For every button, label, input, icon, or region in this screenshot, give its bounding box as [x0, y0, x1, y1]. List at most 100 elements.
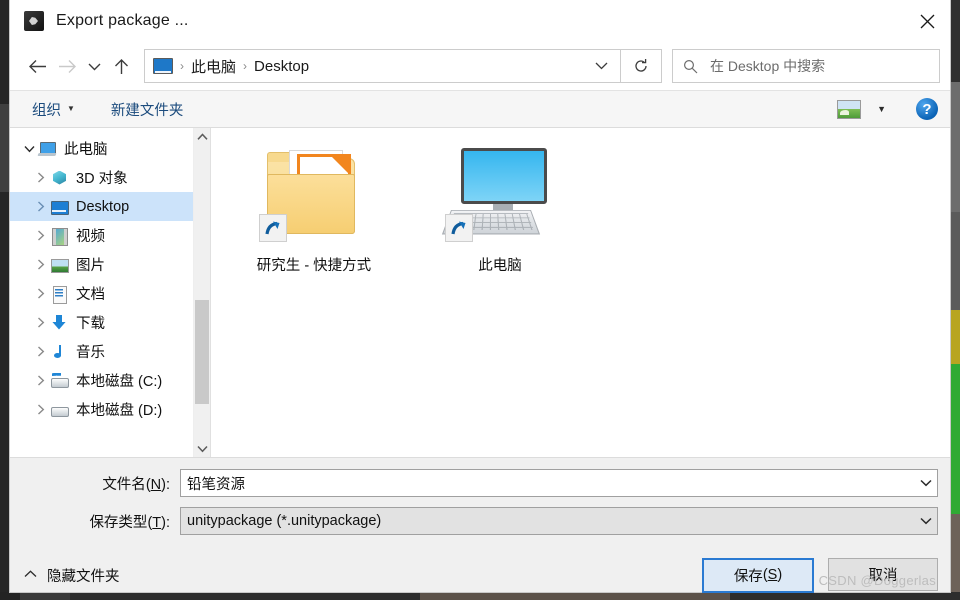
organize-button[interactable]: 组织 ▼	[32, 99, 75, 120]
sidebar-item-music[interactable]: 音乐	[10, 337, 210, 366]
navigation-tree: 此电脑 3D 对象 Desktop 视频 图片 文档 下载 音乐 本地磁盘 (C…	[10, 128, 210, 424]
3d-objects-icon	[50, 169, 68, 187]
view-layout-icon[interactable]	[837, 99, 862, 119]
filename-row: 文件名(N): 铅笔资源	[10, 468, 950, 498]
breadcrumb-desktop[interactable]: Desktop	[254, 58, 309, 75]
help-button[interactable]: ?	[916, 98, 938, 120]
chevron-down-icon[interactable]	[20, 145, 38, 153]
search-placeholder: 在 Desktop 中搜索	[710, 58, 826, 74]
this-pc-shortcut-icon	[441, 144, 555, 248]
chevron-right-icon[interactable]	[32, 288, 50, 299]
save-label-text: 保存	[733, 568, 763, 585]
monitor-screen	[461, 148, 547, 204]
sidebar-item-label: 图片	[76, 258, 105, 274]
address-dropdown-button[interactable]	[587, 57, 616, 75]
filename-input[interactable]: 铅笔资源	[180, 469, 938, 497]
sidebar-item-this-pc[interactable]: 此电脑	[10, 134, 210, 163]
filename-label-text: 文件名	[102, 476, 146, 493]
drive-icon	[50, 401, 69, 419]
title-bar: Export package ...	[10, 0, 950, 42]
sidebar-item-pictures[interactable]: 图片	[10, 250, 210, 279]
organize-label: 组织	[32, 102, 61, 119]
close-button[interactable]	[904, 0, 950, 42]
breadcrumb-separator: ›	[180, 59, 184, 73]
savetype-dropdown-button[interactable]	[915, 517, 937, 525]
sidebar-item-label: 本地磁盘 (C:)	[76, 374, 163, 390]
chevron-down-icon: ▼	[67, 104, 75, 113]
filename-dropdown-button[interactable]	[915, 479, 937, 487]
sidebar-item-label: 下载	[76, 316, 105, 332]
recent-locations-button[interactable]	[82, 51, 106, 81]
chevron-up-icon	[196, 132, 208, 140]
up-button[interactable]	[106, 51, 136, 81]
sidebar-item-3d-objects[interactable]: 3D 对象	[10, 163, 210, 192]
sidebar-scrollbar[interactable]	[193, 128, 210, 457]
back-button[interactable]	[22, 51, 52, 81]
chevron-right-icon[interactable]	[32, 346, 50, 357]
documents-icon	[50, 285, 68, 304]
scroll-down-button[interactable]	[194, 440, 210, 457]
filename-label: 文件名(N):	[102, 476, 170, 493]
chevron-right-icon[interactable]	[32, 375, 50, 386]
navigation-bar: › 此电脑 › Desktop 在 Desktop 中搜索	[10, 42, 950, 90]
chevron-down-icon	[196, 445, 208, 452]
pdf-folder-shortcut-icon: PDF	[259, 144, 369, 248]
chevron-right-icon[interactable]	[32, 259, 50, 270]
file-item[interactable]: 此电脑	[425, 144, 575, 275]
refresh-button[interactable]	[621, 49, 662, 83]
window-title: Export package ...	[56, 12, 189, 29]
scroll-up-button[interactable]	[194, 128, 210, 145]
toolbar-right-group: ▼ ?	[837, 98, 938, 120]
new-folder-button[interactable]: 新建文件夹	[111, 99, 184, 120]
pdf-corner-fold	[331, 156, 349, 174]
chevron-right-icon[interactable]	[32, 201, 50, 212]
close-icon	[920, 14, 934, 28]
savetype-label: 保存类型(T):	[89, 514, 170, 531]
sidebar-item-local-disk-d[interactable]: 本地磁盘 (D:)	[10, 395, 210, 424]
arrow-right-icon	[58, 59, 76, 73]
action-bar: 隐藏文件夹 保存(S) 取消	[10, 544, 950, 593]
shortcut-arrow-icon	[451, 221, 466, 235]
savetype-select[interactable]: unitypackage (*.unitypackage)	[180, 507, 938, 535]
sidebar-item-desktop[interactable]: Desktop	[10, 192, 210, 221]
background-segment	[20, 592, 70, 600]
shortcut-arrow-icon	[265, 221, 280, 235]
sidebar-item-documents[interactable]: 文档	[10, 279, 210, 308]
sidebar-item-videos[interactable]: 视频	[10, 221, 210, 250]
chevron-down-icon	[88, 63, 100, 70]
savetype-row: 保存类型(T): unitypackage (*.unitypackage)	[10, 506, 950, 536]
sidebar-item-label: 文档	[76, 287, 105, 303]
chevron-right-icon[interactable]	[32, 317, 50, 328]
csdn-watermark: CSDN @Doggerlas	[818, 573, 936, 588]
file-grid: PDF 研究生 - 快捷方式	[211, 128, 950, 275]
dialog-body: 此电脑 3D 对象 Desktop 视频 图片 文档 下载 音乐 本地磁盘 (C…	[10, 128, 950, 457]
arrow-left-icon	[28, 59, 46, 73]
forward-button[interactable]	[52, 51, 82, 81]
savetype-accelerator: T	[152, 514, 162, 531]
breadcrumb-this-pc[interactable]: 此电脑	[191, 56, 236, 77]
chevron-right-icon[interactable]	[32, 172, 50, 183]
pictures-icon	[50, 256, 69, 274]
save-accelerator: S	[767, 567, 778, 583]
sidebar-item-downloads[interactable]: 下载	[10, 308, 210, 337]
unity-icon	[24, 11, 44, 31]
hide-folders-toggle[interactable]: 隐藏文件夹	[24, 565, 120, 586]
search-input[interactable]: 在 Desktop 中搜索	[672, 49, 940, 83]
breadcrumb-separator: ›	[243, 59, 248, 73]
sidebar-item-local-disk-c[interactable]: 本地磁盘 (C:)	[10, 366, 210, 395]
file-item[interactable]: PDF 研究生 - 快捷方式	[239, 144, 389, 275]
savetype-value: unitypackage (*.unitypackage)	[187, 513, 382, 529]
chevron-down-icon	[920, 479, 932, 487]
chevron-right-icon[interactable]	[32, 404, 50, 415]
save-button[interactable]: 保存(S)	[702, 557, 814, 593]
file-list-pane[interactable]: PDF 研究生 - 快捷方式	[211, 128, 950, 457]
chevron-right-icon[interactable]	[32, 230, 50, 241]
background-segment	[730, 592, 960, 600]
scrollbar-thumb[interactable]	[195, 300, 209, 404]
view-dropdown-button[interactable]: ▼	[877, 104, 886, 114]
address-bar[interactable]: › 此电脑 › Desktop	[144, 49, 621, 83]
background-segment	[0, 592, 20, 600]
sidebar-item-label: 本地磁盘 (D:)	[76, 403, 163, 419]
arrow-up-icon	[114, 58, 128, 74]
refresh-icon	[635, 59, 647, 72]
